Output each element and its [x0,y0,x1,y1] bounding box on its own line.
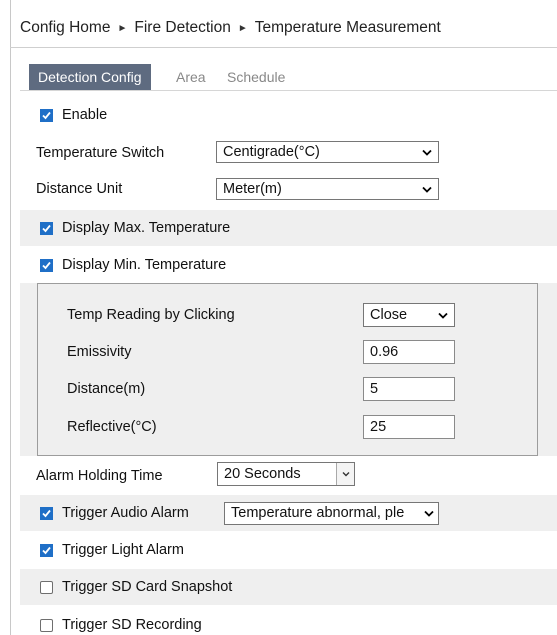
alarm-holding-select[interactable]: 20 Seconds [217,462,355,486]
breadcrumb-current: Temperature Measurement [254,19,441,36]
chevron-down-icon [422,149,432,156]
breadcrumb: Config Home ► Fire Detection ► Temperature M… [20,19,441,37]
display-min-label: Display Min. Temperature [62,257,227,273]
trigger-sd-recording-row: Trigger SD Recording [20,606,557,635]
display-max-checkbox[interactable] [40,222,53,235]
header-divider [10,47,557,48]
temperature-switch-value: Centigrade(°C) [223,144,320,160]
trigger-audio-label: Trigger Audio Alarm [62,505,189,521]
alarm-holding-row: Alarm Holding Time 20 Seconds [20,457,557,493]
display-max-row: Display Max. Temperature [20,210,557,246]
temperature-switch-select[interactable]: Centigrade(°C) [216,141,439,163]
chevron-down-icon [422,186,432,193]
distance-unit-label: Distance Unit [36,181,123,197]
panel-shade-right [538,283,557,456]
distance-input[interactable]: 5 [363,377,455,401]
reflective-label: Reflective(°C) [67,419,157,435]
check-icon [42,111,51,120]
temp-reading-select[interactable]: Close [363,303,455,327]
reflective-value: 25 [370,419,387,435]
trigger-light-label: Trigger Light Alarm [62,542,184,558]
breadcrumb-separator-icon: ► [117,23,128,34]
enable-row: Enable [20,97,557,133]
distance-unit-row: Distance Unit Meter(m) [20,170,557,206]
chevron-down-icon [438,312,448,319]
breadcrumb-separator-icon: ► [237,23,248,34]
check-icon [42,546,51,555]
trigger-audio-checkbox[interactable] [40,507,53,520]
check-icon [42,509,51,518]
display-max-label: Display Max. Temperature [62,220,231,236]
audio-alarm-value: Temperature abnormal, ple [231,505,405,521]
tab-divider [20,90,557,91]
check-icon [42,224,51,233]
alarm-holding-label: Alarm Holding Time [36,468,163,484]
temperature-switch-label: Temperature Switch [36,145,165,161]
chevron-down-icon [342,472,350,477]
distance-value: 5 [370,381,379,397]
temp-reading-value: Close [370,307,408,323]
trigger-sd-snapshot-row: Trigger SD Card Snapshot [20,569,557,605]
distance-label: Distance(m) [67,381,146,397]
temp-reading-label: Temp Reading by Clicking [67,307,235,323]
breadcrumb-home[interactable]: Config Home [20,19,110,36]
emissivity-input[interactable]: 0.96 [363,340,455,364]
emissivity-value: 0.96 [370,344,399,360]
trigger-light-row: Trigger Light Alarm [20,532,557,568]
reflective-input[interactable]: 25 [363,415,455,439]
trigger-sd-recording-checkbox[interactable] [40,619,53,632]
enable-label: Enable [62,107,108,123]
tab-schedule[interactable]: Schedule [227,64,285,90]
trigger-sd-snapshot-label: Trigger SD Card Snapshot [62,579,233,595]
audio-alarm-select[interactable]: Temperature abnormal, ple [224,502,439,525]
distance-unit-value: Meter(m) [223,181,282,197]
enable-checkbox[interactable] [40,109,53,122]
chevron-down-icon [424,510,434,517]
display-min-checkbox[interactable] [40,259,53,272]
trigger-sd-recording-label: Trigger SD Recording [62,617,202,633]
check-icon [42,261,51,270]
temperature-switch-row: Temperature Switch Centigrade(°C) [20,134,557,170]
trigger-light-checkbox[interactable] [40,544,53,557]
emissivity-label: Emissivity [67,344,132,360]
display-min-row: Display Min. Temperature [20,247,557,283]
panel-shade-left [20,283,37,456]
distance-unit-select[interactable]: Meter(m) [216,178,439,200]
temperature-settings-panel: Temp Reading by Clicking Close Emissivit… [37,283,538,456]
tab-detection-config[interactable]: Detection Config [29,64,151,90]
alarm-holding-value: 20 Seconds [224,466,301,482]
trigger-sd-snapshot-checkbox[interactable] [40,581,53,594]
trigger-audio-row: Trigger Audio Alarm Temperature abnormal… [20,495,557,531]
tab-area[interactable]: Area [176,64,206,90]
breadcrumb-fire-detection[interactable]: Fire Detection [134,19,230,36]
dropdown-button[interactable] [336,463,354,485]
